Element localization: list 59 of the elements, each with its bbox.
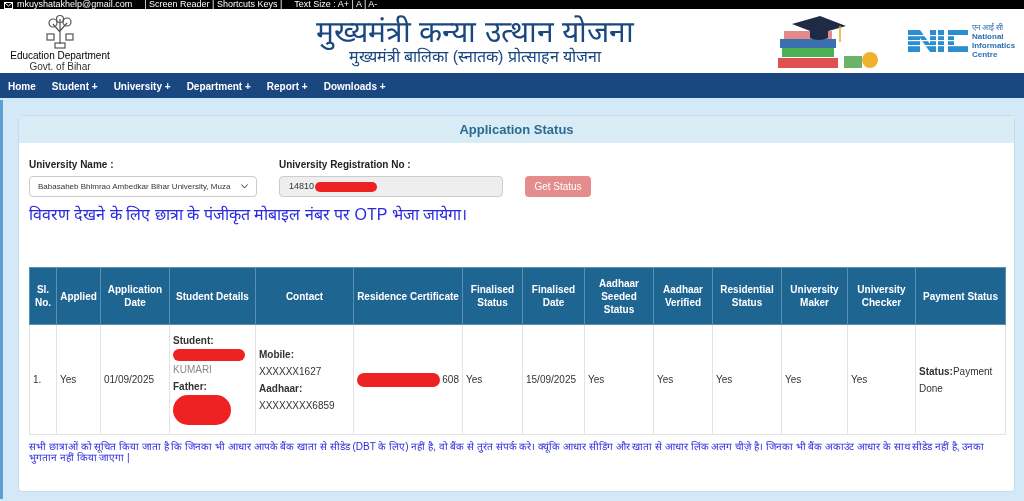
- student-label: Student:: [173, 334, 215, 348]
- column-header: University Checker: [847, 267, 916, 325]
- column-header: Applied: [56, 267, 101, 325]
- column-header: Aadhaar Verified: [653, 267, 713, 325]
- column-header: Student Details: [169, 267, 256, 325]
- chevron-down-icon: [241, 184, 248, 189]
- otp-notice: विवरण देखने के लिए छात्रा के पंजीकृत मोबाइल नंबर पर OTP भेजा जायेगा।: [28, 204, 468, 227]
- nic-hindi-name: एन आई सी: [972, 23, 1005, 32]
- table-cell-text: 15/09/2025: [526, 374, 577, 385]
- nav-menu-item[interactable]: Department +: [186, 79, 251, 94]
- registration-number-field[interactable]: 14810: [279, 176, 503, 197]
- department-name: Education Department: [10, 50, 110, 61]
- field-label: University Registration No :: [279, 158, 412, 172]
- payment-status: Status:Payment Done: [919, 364, 994, 396]
- column-header: Residential Status: [712, 267, 782, 325]
- email-link[interactable]: mkuyshatakhelp@gmail.com: [17, 0, 133, 9]
- nav-menu-item[interactable]: Downloads +: [323, 79, 386, 94]
- aadhaar-number: XXXXXXXX6859: [259, 398, 336, 413]
- nav-menu-item[interactable]: University +: [113, 79, 171, 94]
- table-cell-text: Yes: [785, 374, 802, 385]
- aadhaar-label: Aadhaar:: [259, 381, 304, 396]
- father-label: Father:: [173, 380, 208, 394]
- student-name: KUMARI: [173, 364, 212, 375]
- nic-name: National Informatics Centre: [972, 32, 1017, 59]
- nav-menu-item[interactable]: Student +: [51, 79, 98, 94]
- nav-menu-item[interactable]: Home: [8, 79, 36, 94]
- column-header: University Maker: [781, 267, 848, 325]
- table-cell-text: Yes: [851, 374, 868, 385]
- department-government: Govt. of Bihar: [29, 61, 91, 72]
- mobile-number: XXXXXX1627: [259, 364, 323, 379]
- mobile-label: Mobile:: [259, 347, 295, 362]
- table-cell-text: Yes: [60, 374, 77, 385]
- table-cell-text: 1.: [33, 374, 42, 385]
- table-cell-text: 01/09/2025: [104, 374, 155, 385]
- panel-title: Application Status: [19, 116, 1014, 143]
- column-header: Payment Status: [915, 267, 1006, 325]
- scheme-subtitle: मुख्यमंत्री बालिका (स्नातक) प्रोत्साहन योजना: [348, 48, 602, 66]
- column-header: Sl. No.: [29, 267, 57, 325]
- column-header: Residence Certificate: [353, 267, 463, 325]
- text-size-controls[interactable]: Text Size : A+ | A | A-: [294, 0, 378, 9]
- column-header: Application Date: [100, 267, 170, 325]
- nic-logo: [908, 30, 968, 52]
- table-cell-text: Yes: [588, 374, 605, 385]
- redaction-mark: [173, 349, 245, 361]
- scheme-title: मुख्यमंत्री कन्या उत्थान योजना: [316, 16, 634, 48]
- table-cell-text: Yes: [716, 374, 733, 385]
- column-header: Contact: [255, 267, 354, 325]
- residence-certificate-number: 608: [442, 373, 459, 387]
- column-header: Finalised Date: [522, 267, 585, 325]
- column-header: Aadhaar Seeded Status: [584, 267, 654, 325]
- university-select[interactable]: Babasaheb Bhimrao Ambedkar Bihar University, Muza: [29, 176, 257, 197]
- table-cell-text: Yes: [657, 374, 674, 385]
- column-header: Finalised Status: [462, 267, 523, 325]
- table-cell-text: Yes: [466, 374, 483, 385]
- field-label: University Name :: [29, 158, 115, 172]
- nav-menu-item[interactable]: Report +: [266, 79, 308, 94]
- redaction-mark: [173, 395, 231, 425]
- accessibility-links[interactable]: | Screen Reader | Shortcuts Keys |: [144, 0, 283, 9]
- payment-notice: सभी छात्राओं को सूचित किया जाता है कि जिनका भी आधार आपके बैंक खाता से सीडेड (DBT के लिए) नहीं है, वो बैंक से तुरंत संपर्क करे। क्यूंकि आधार सीडिंग और खाता से आधार लिंक अलग चीज़े है। जिनका भी बैंक अकाउंट आधार के साथ सीडेड नहीं है, उनका भुगतान नहीं किया जाएगा |: [28, 440, 986, 463]
